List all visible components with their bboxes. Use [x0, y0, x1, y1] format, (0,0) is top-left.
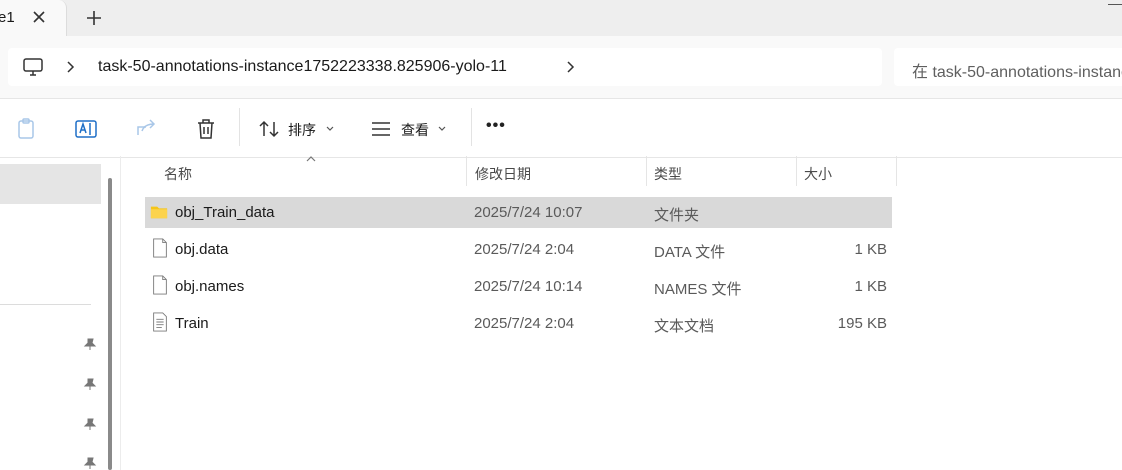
file-type: 文件夹: [654, 207, 700, 224]
file-type: NAMES 文件: [654, 281, 742, 298]
column-header-modified[interactable]: 修改日期: [475, 164, 531, 184]
share-icon[interactable]: [134, 117, 158, 141]
pin-icon[interactable]: [83, 456, 97, 470]
file-icon: [153, 238, 167, 258]
column-divider[interactable]: [466, 156, 467, 186]
file-row[interactable]: obj_Train_data 2025/7/24 10:07 文件夹: [145, 197, 892, 228]
nav-scrollbar[interactable]: [108, 178, 112, 470]
file-modified: 2025/7/24 10:07: [474, 204, 583, 221]
window-minimize-icon[interactable]: [1108, 4, 1122, 5]
new-tab-plus-icon[interactable]: [84, 8, 104, 28]
column-divider[interactable]: [896, 156, 897, 186]
text-document-icon: [153, 312, 167, 332]
pin-icon[interactable]: [83, 377, 97, 391]
view-button[interactable]: 查看: [370, 115, 450, 143]
nav-item-selected[interactable]: [0, 164, 101, 204]
command-bar: [0, 98, 1122, 158]
breadcrumb-folder[interactable]: task-50-annotations-instance1752223338.8…: [98, 58, 507, 76]
chevron-down-icon: [438, 126, 446, 131]
sort-arrows-icon: [259, 120, 279, 138]
file-type: DATA 文件: [654, 244, 726, 261]
chevron-down-icon: [326, 126, 334, 131]
view-label: 查看: [401, 122, 429, 138]
file-row[interactable]: obj.data 2025/7/24 2:04 DATA 文件 1 KB: [145, 234, 892, 265]
file-modified: 2025/7/24 2:04: [474, 241, 575, 258]
rename-icon[interactable]: [74, 117, 98, 141]
search-placeholder: 在 task-50-annotations-instance1752223338…: [912, 64, 1122, 81]
tab-bar: [0, 0, 1122, 36]
close-icon[interactable]: [30, 8, 48, 26]
column-header-name[interactable]: 名称: [164, 164, 192, 184]
column-divider[interactable]: [646, 156, 647, 186]
search-box[interactable]: 在 task-50-annotations-instance1752223338…: [894, 48, 1122, 86]
view-lines-icon: [372, 122, 390, 136]
file-name: obj_Train_data: [175, 204, 275, 221]
column-divider[interactable]: [796, 156, 797, 186]
toolbar-divider: [239, 108, 240, 146]
file-name: obj.names: [175, 278, 245, 295]
file-size: 195 KB: [837, 315, 887, 332]
file-name: obj.data: [175, 241, 229, 258]
tab-active[interactable]: e1: [0, 0, 67, 38]
file-size: 1 KB: [854, 241, 887, 258]
folder-icon: [150, 206, 168, 219]
column-header-size[interactable]: 大小: [804, 164, 832, 184]
file-row[interactable]: obj.names 2025/7/24 10:14 NAMES 文件 1 KB: [145, 271, 892, 302]
sort-label: 排序: [288, 122, 316, 138]
file-size: 1 KB: [854, 278, 887, 295]
file-row[interactable]: Train 2025/7/24 2:04 文本文档 195 KB: [145, 308, 892, 339]
file-modified: 2025/7/24 2:04: [474, 315, 575, 332]
pin-icon[interactable]: [83, 417, 97, 431]
chevron-right-icon[interactable]: [64, 60, 76, 74]
pin-icon[interactable]: [83, 337, 97, 351]
file-type: 文本文档: [654, 318, 715, 335]
delete-trash-icon[interactable]: [194, 117, 218, 141]
file-icon: [153, 275, 167, 295]
column-header-type[interactable]: 类型: [654, 164, 682, 184]
this-pc-icon[interactable]: [22, 57, 44, 77]
pane-divider[interactable]: [120, 156, 121, 470]
sort-button[interactable]: 排序: [258, 115, 338, 143]
more-options-button[interactable]: •••: [486, 117, 506, 135]
sort-ascending-icon: [306, 156, 316, 162]
nav-divider: [0, 304, 91, 305]
chevron-right-icon[interactable]: [564, 60, 576, 74]
tab-title: e1: [0, 9, 15, 26]
file-modified: 2025/7/24 10:14: [474, 278, 583, 295]
paste-icon[interactable]: [14, 117, 38, 141]
file-name: Train: [175, 315, 209, 332]
toolbar-divider: [471, 108, 472, 146]
